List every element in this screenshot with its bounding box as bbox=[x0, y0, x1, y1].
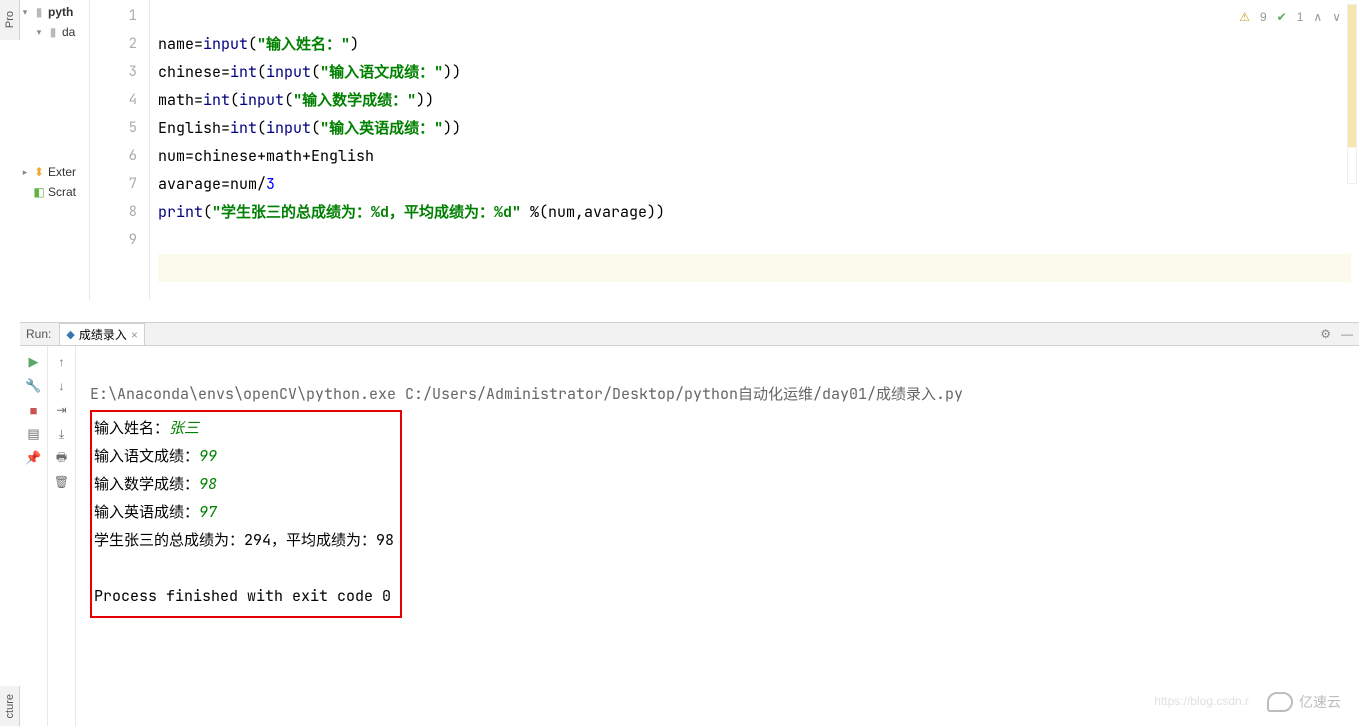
editor-gutter: 1 2 3 4 5 6 7 8 9 bbox=[90, 0, 150, 300]
up-arrow-button[interactable]: ↑ bbox=[52, 352, 72, 372]
scroll-to-end-button[interactable]: ⤓ bbox=[52, 424, 72, 444]
gear-icon[interactable]: ⚙ bbox=[1320, 327, 1331, 341]
console-result: 学生张三的总成绩为：294，平均成绩为：98 bbox=[94, 530, 394, 550]
code-line bbox=[158, 230, 167, 250]
watermark: 亿速云 bbox=[1267, 692, 1341, 712]
watermark-url: https://blog.csdn.r bbox=[1154, 694, 1249, 708]
run-toolbar-primary: ▶ 🔧 ■ ▤ 📌 bbox=[20, 346, 48, 726]
code-line: num=chinese+math+English bbox=[158, 146, 374, 166]
run-panel-header: Run: ◆ 成绩录入 × ⚙ — bbox=[20, 322, 1359, 346]
structure-tool-tab[interactable]: cture bbox=[0, 686, 20, 726]
line-number: 5 bbox=[90, 114, 137, 142]
tree-scratches[interactable]: ◧ Scrat bbox=[20, 182, 89, 202]
pin-button[interactable]: 📌 bbox=[24, 448, 44, 468]
scrollbar-marker[interactable] bbox=[1347, 4, 1357, 184]
chevron-down-icon: ▾ bbox=[34, 27, 44, 38]
line-number: 1 bbox=[90, 2, 137, 30]
check-icon: ✔ bbox=[1277, 10, 1287, 24]
code-editor[interactable]: 1 2 3 4 5 6 7 8 9 name=input("输入姓名：") ch… bbox=[90, 0, 1359, 300]
console-exit: Process finished with exit code 0 bbox=[94, 586, 391, 606]
code-line: name=input("输入姓名：") bbox=[158, 34, 359, 54]
chevron-up-icon[interactable]: ∧ bbox=[1313, 10, 1322, 24]
library-icon: ⬍ bbox=[32, 165, 46, 179]
ok-count: 1 bbox=[1297, 10, 1304, 24]
line-number: 4 bbox=[90, 86, 137, 114]
code-line: avarage=num/3 bbox=[158, 174, 275, 194]
tree-root[interactable]: ▾ ▮ pyth bbox=[20, 2, 89, 22]
code-line: print("学生张三的总成绩为：%d，平均成绩为：%d" %(num,avar… bbox=[158, 202, 665, 222]
inspection-widget[interactable]: ⚠ 9 ✔ 1 ∧ ∨ bbox=[1239, 10, 1341, 24]
folder-icon: ▮ bbox=[46, 25, 60, 39]
close-icon[interactable]: × bbox=[131, 328, 138, 342]
down-arrow-button[interactable]: ↓ bbox=[52, 376, 72, 396]
warning-count: 9 bbox=[1260, 10, 1267, 24]
line-number: 7 bbox=[90, 170, 137, 198]
python-icon: ◆ bbox=[66, 328, 74, 341]
tree-external-libs[interactable]: ▸ ⬍ Exter bbox=[20, 162, 89, 182]
chevron-down-icon[interactable]: ∨ bbox=[1332, 10, 1341, 24]
soft-wrap-button[interactable]: ⇥ bbox=[52, 400, 72, 420]
tree-folder-label: da bbox=[62, 25, 75, 39]
tree-folder[interactable]: ▾ ▮ da bbox=[20, 22, 89, 42]
code-line: math=int(input("输入数学成绩：")) bbox=[158, 90, 434, 110]
watermark-logo-icon bbox=[1267, 692, 1293, 712]
minimize-icon[interactable]: — bbox=[1341, 327, 1353, 341]
structure-tab-label: cture bbox=[4, 694, 16, 718]
project-tool-tab[interactable]: Pro bbox=[0, 0, 20, 40]
console-command: E:\Anaconda\envs\openCV\python.exe C:/Us… bbox=[90, 384, 963, 404]
code-line: chinese=int(input("输入语文成绩：")) bbox=[158, 62, 461, 82]
run-config-tab[interactable]: ◆ 成绩录入 × bbox=[59, 323, 145, 345]
wrench-button[interactable]: 🔧 bbox=[24, 376, 44, 396]
run-toolbar-secondary: ↑ ↓ ⇥ ⤓ 🖶 🗑 bbox=[48, 346, 76, 726]
chevron-right-icon: ▸ bbox=[20, 167, 30, 178]
line-number: 3 bbox=[90, 58, 137, 86]
line-number: 8 bbox=[90, 198, 137, 226]
run-tab-name: 成绩录入 bbox=[79, 326, 127, 343]
code-area[interactable]: name=input("输入姓名：") chinese=int(input("输… bbox=[150, 0, 1359, 300]
warning-icon: ⚠ bbox=[1239, 10, 1250, 24]
scratches-icon: ◧ bbox=[32, 185, 46, 199]
folder-icon: ▮ bbox=[32, 5, 46, 19]
print-button[interactable]: 🖶 bbox=[52, 448, 72, 468]
line-number: 6 bbox=[90, 142, 137, 170]
layout-button[interactable]: ▤ bbox=[24, 424, 44, 444]
project-tree[interactable]: ▾ ▮ pyth ▾ ▮ da ▸ ⬍ Exter ◧ Scrat bbox=[20, 0, 90, 300]
tree-external-label: Exter bbox=[48, 165, 76, 179]
output-highlight: 输入姓名：张三 输入语文成绩：99 输入数学成绩：98 输入英语成绩：97 学生… bbox=[90, 410, 402, 618]
project-tab-label: Pro bbox=[4, 11, 16, 28]
tree-root-label: pyth bbox=[48, 5, 73, 19]
line-number: 9 bbox=[90, 226, 137, 254]
tree-scratches-label: Scrat bbox=[48, 185, 76, 199]
run-label: Run: bbox=[26, 327, 51, 341]
code-line: English=int(input("输入英语成绩：")) bbox=[158, 118, 461, 138]
caret-line bbox=[158, 254, 1351, 282]
stop-button[interactable]: ■ bbox=[24, 400, 44, 420]
run-console[interactable]: E:\Anaconda\envs\openCV\python.exe C:/Us… bbox=[76, 346, 1359, 726]
line-number: 2 bbox=[90, 30, 137, 58]
chevron-down-icon: ▾ bbox=[20, 7, 30, 18]
rerun-button[interactable]: ▶ bbox=[24, 352, 44, 372]
watermark-text: 亿速云 bbox=[1299, 692, 1341, 712]
trash-button[interactable]: 🗑 bbox=[52, 472, 72, 492]
